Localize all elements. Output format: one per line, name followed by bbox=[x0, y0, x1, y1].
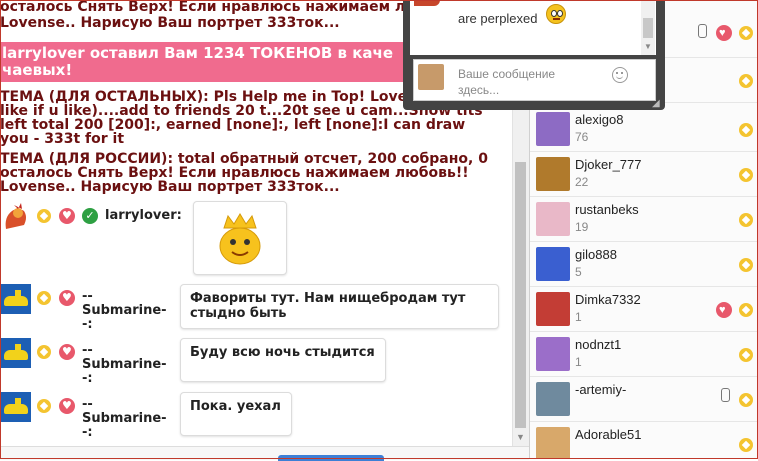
tip-banner-line: чаевых! bbox=[2, 61, 73, 79]
private-message-placeholder: Ваше сообщение здесь... bbox=[458, 67, 556, 97]
user-count: 1 bbox=[575, 310, 582, 324]
message-nick-line[interactable]: Submarine- bbox=[82, 358, 167, 371]
tip-coin-icon[interactable] bbox=[739, 438, 753, 452]
tip-coin-icon[interactable] bbox=[37, 291, 51, 305]
message-nick-line[interactable]: Submarine- bbox=[82, 412, 167, 425]
submarine-avatar[interactable] bbox=[1, 338, 31, 368]
user-row[interactable]: Dimka7332 1 bbox=[530, 287, 758, 332]
tip-coin-icon[interactable] bbox=[739, 123, 753, 137]
message-nick-line[interactable]: -: bbox=[82, 426, 93, 439]
topic-line: Lovense.. Нарисую Ваш портрет 333ток... bbox=[0, 15, 340, 31]
user-count: 1 bbox=[575, 355, 582, 369]
user-name[interactable]: gilo888 bbox=[575, 247, 617, 262]
user-avatar[interactable] bbox=[536, 337, 570, 371]
scroll-down-arrow-icon[interactable]: ▼ bbox=[516, 432, 525, 442]
user-avatar[interactable] bbox=[536, 112, 570, 146]
user-name[interactable]: rustanbeks bbox=[575, 202, 639, 217]
tip-coin-icon[interactable] bbox=[739, 74, 753, 88]
message-bubble: Буду всю ночь стыдится bbox=[180, 338, 386, 382]
russia-topic-line: осталось Снять Верх! Если нравлюсь нажим… bbox=[0, 165, 469, 181]
russia-topic-line: ТЕМА (ДЛЯ РОССИИ): total обратный отсчет… bbox=[0, 151, 488, 167]
tip-coin-icon[interactable] bbox=[37, 345, 51, 359]
heart-icon[interactable] bbox=[59, 344, 75, 360]
user-count: 76 bbox=[575, 130, 589, 144]
topic-line: осталось Снять Верх! Если нравлюсь нажим… bbox=[0, 0, 419, 15]
message-nick-line[interactable]: Submarine- bbox=[82, 304, 167, 317]
heart-icon[interactable] bbox=[59, 398, 75, 414]
user-name[interactable]: Dimka7332 bbox=[575, 292, 641, 307]
user-name[interactable]: Djoker_777 bbox=[575, 157, 642, 172]
user-row[interactable]: gilo888 5 bbox=[530, 242, 758, 287]
tip-coin-icon[interactable] bbox=[739, 168, 753, 182]
rooster-icon bbox=[5, 203, 26, 229]
user-avatar[interactable] bbox=[536, 427, 570, 459]
private-message-text: are perplexed bbox=[458, 11, 538, 26]
king-smiley-icon bbox=[219, 213, 261, 265]
confused-smiley-icon bbox=[546, 4, 566, 24]
tip-coin-icon[interactable] bbox=[739, 258, 753, 272]
private-chat-messages bbox=[410, 0, 656, 55]
avatar bbox=[418, 64, 444, 90]
message-nick-line[interactable]: -- bbox=[82, 398, 93, 411]
check-icon: ✓ bbox=[82, 208, 98, 224]
send-button[interactable] bbox=[278, 455, 384, 461]
user-count: 22 bbox=[575, 175, 589, 189]
heart-icon[interactable] bbox=[59, 208, 75, 224]
mobile-icon bbox=[698, 24, 707, 38]
user-name[interactable]: Adorable51 bbox=[575, 427, 642, 442]
message-bubble: Пока. уехал bbox=[180, 392, 292, 436]
user-row[interactable]: nodnzt1 1 bbox=[530, 332, 758, 377]
user-avatar[interactable] bbox=[536, 202, 570, 236]
submarine-avatar[interactable] bbox=[1, 284, 31, 314]
scroll-down-arrow-icon[interactable]: ▼ bbox=[644, 42, 652, 51]
others-topic-line: ТЕМА (ДЛЯ ОСТАЛЬНЫХ): Pls Help me in Top… bbox=[0, 89, 408, 105]
user-avatar[interactable] bbox=[536, 382, 570, 416]
user-avatar[interactable] bbox=[2, 201, 30, 231]
message-bubble: Фавориты тут. Нам нищебродам тут стыдно … bbox=[180, 284, 499, 329]
user-row[interactable]: rustanbeks 19 bbox=[530, 197, 758, 242]
tip-coin-icon[interactable] bbox=[37, 399, 51, 413]
message-bubble bbox=[193, 201, 287, 275]
heart-icon[interactable] bbox=[59, 290, 75, 306]
user-avatar[interactable] bbox=[536, 292, 570, 326]
tip-coin-icon[interactable] bbox=[739, 213, 753, 227]
user-row[interactable]: Adorable51 bbox=[530, 422, 758, 459]
user-count: 19 bbox=[575, 220, 589, 234]
private-chat-scrollbar-thumb[interactable] bbox=[643, 18, 653, 38]
user-row[interactable]: -artemiy- bbox=[530, 377, 758, 422]
user-row[interactable]: alexigo8 76 bbox=[530, 107, 758, 152]
others-topic-line: left total 200 [200]:, earned [none]:, l… bbox=[0, 117, 466, 133]
user-avatar[interactable] bbox=[536, 247, 570, 281]
emoji-picker-icon[interactable] bbox=[612, 67, 628, 83]
user-name[interactable]: alexigo8 bbox=[575, 112, 623, 127]
message-nick-line[interactable]: -: bbox=[82, 318, 93, 331]
message-nick-line[interactable]: -: bbox=[82, 372, 93, 385]
message-nick-line[interactable]: -- bbox=[82, 344, 93, 357]
chat-input-bar bbox=[0, 446, 529, 460]
tip-banner-line: larrylover оставил Вам 1234 ТОКЕНОВ в ка… bbox=[2, 44, 394, 62]
mobile-icon bbox=[721, 388, 730, 402]
user-count: 5 bbox=[575, 265, 582, 279]
heart-icon[interactable] bbox=[716, 25, 732, 41]
russia-topic-line: Lovense.. Нарисую Ваш портрет 333ток... bbox=[0, 179, 340, 195]
user-avatar[interactable] bbox=[536, 157, 570, 191]
chat-scrollbar-thumb[interactable] bbox=[515, 162, 526, 428]
user-row[interactable]: Djoker_777 22 bbox=[530, 152, 758, 197]
submarine-avatar[interactable] bbox=[1, 392, 31, 422]
message-nick-line[interactable]: -- bbox=[82, 290, 93, 303]
avatar bbox=[414, 0, 440, 6]
resize-handle-icon[interactable]: ◢ bbox=[652, 98, 660, 109]
message-nick[interactable]: larrylover: bbox=[105, 209, 182, 222]
tip-coin-icon[interactable] bbox=[739, 303, 753, 317]
tip-coin-icon[interactable] bbox=[739, 26, 753, 40]
heart-icon[interactable] bbox=[716, 302, 732, 318]
tip-coin-icon[interactable] bbox=[739, 348, 753, 362]
tip-coin-icon[interactable] bbox=[37, 209, 51, 223]
user-name[interactable]: -artemiy- bbox=[575, 382, 626, 397]
tip-coin-icon[interactable] bbox=[739, 393, 753, 407]
user-name[interactable]: nodnzt1 bbox=[575, 337, 621, 352]
others-topic-line: you - 333t for it bbox=[0, 131, 125, 147]
